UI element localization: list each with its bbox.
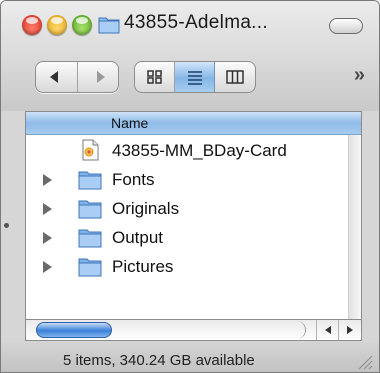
status-text: 5 items, 340.24 GB available [63, 352, 255, 369]
folder-icon [98, 17, 120, 34]
list-item-label: Originals [112, 199, 180, 218]
forward-button[interactable] [77, 62, 118, 92]
list-item[interactable]: Fonts [26, 164, 349, 193]
forward-arrow-icon [97, 71, 105, 83]
finder-window: 43855-Adelma... » Name 43855-MM_BDay-Car… [0, 0, 380, 373]
scroll-track-end [291, 321, 306, 339]
document-icon [82, 139, 99, 161]
file-list: Name 43855-MM_BDay-Card Fonts Originals … [25, 111, 362, 341]
columns-icon [226, 70, 244, 84]
folder-icon [78, 200, 102, 219]
toolbar: » [1, 47, 379, 111]
left-arrow-icon [325, 326, 331, 334]
horizontal-scroll-thumb[interactable] [36, 322, 112, 338]
toolbar-overflow-button[interactable]: » [354, 64, 365, 87]
list-item[interactable]: Originals [26, 193, 349, 222]
minimize-button[interactable] [47, 15, 67, 35]
disclosure-triangle-icon[interactable] [43, 203, 52, 215]
title-bar[interactable]: 43855-Adelma... [1, 1, 379, 47]
back-button[interactable] [36, 62, 78, 92]
list-item-label: Output [112, 228, 164, 247]
name-column-header[interactable]: Name [26, 112, 361, 135]
icon-view-button[interactable] [135, 62, 175, 92]
disclosure-triangle-icon[interactable] [43, 261, 52, 273]
back-arrow-icon [50, 71, 58, 83]
column-view-button[interactable] [215, 62, 255, 92]
scroll-left-button[interactable] [316, 320, 339, 340]
list-item-label: Fonts [112, 170, 155, 189]
grid-icon [147, 70, 162, 84]
disclosure-triangle-icon[interactable] [43, 232, 52, 244]
toolbar-toggle-button[interactable] [329, 18, 363, 34]
resize-grip-icon[interactable] [355, 352, 373, 370]
right-arrow-icon [347, 326, 353, 334]
list-view-button[interactable] [175, 62, 215, 92]
navigation-buttons [35, 61, 119, 93]
scroll-right-button[interactable] [338, 320, 361, 340]
window-title: 43855-Adelma... [124, 12, 268, 33]
list-item[interactable]: Pictures [26, 251, 349, 280]
list-item[interactable]: 43855-MM_BDay-Card [26, 135, 349, 164]
horizontal-scrollbar[interactable] [25, 319, 362, 341]
status-bar: 5 items, 340.24 GB available [1, 342, 379, 372]
list-item-label: Pictures [112, 257, 174, 276]
list-icon [188, 71, 202, 85]
window-edge-dot [4, 223, 9, 228]
disclosure-triangle-icon[interactable] [43, 174, 52, 186]
close-button[interactable] [22, 15, 42, 35]
column-header-label: Name [111, 115, 149, 131]
folder-icon [78, 229, 102, 248]
folder-icon [78, 258, 102, 277]
folder-icon [78, 171, 102, 190]
view-mode-selector [134, 61, 256, 93]
vertical-scrollbar[interactable] [348, 135, 361, 340]
zoom-button[interactable] [72, 15, 92, 35]
list-item-label: 43855-MM_BDay-Card [112, 141, 287, 160]
list-item[interactable]: Output [26, 222, 349, 251]
